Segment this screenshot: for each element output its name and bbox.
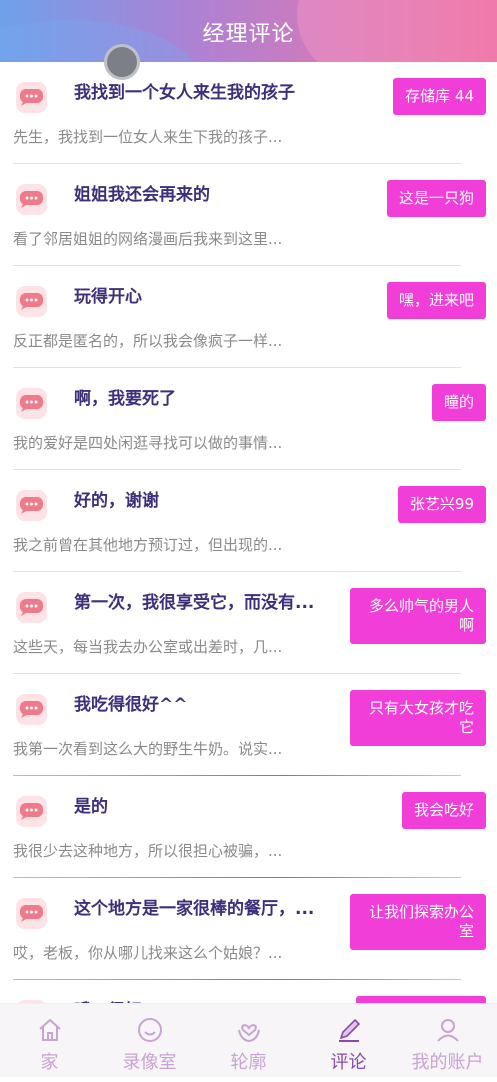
- list-item[interactable]: 第一次，我很享受它，而没有... 这些天，每当我去办公室或出差时，几... 多么…: [0, 572, 497, 674]
- list-item[interactable]: 我找到一个女人来生我的孩子 先生，我找到一位女人来生下我的孩子... 存储库 4…: [0, 62, 497, 164]
- item-preview: 这些天，每当我去办公室或出差时，几...: [13, 638, 283, 656]
- pencil-icon: [339, 1018, 361, 1042]
- chat-bubble-icon: [16, 388, 47, 419]
- item-title: 这个地方是一家很棒的餐厅，...: [74, 899, 315, 919]
- list-item[interactable]: 我吃得很好^^ 我第一次看到这么大的野生牛奶。说实... 只有大女孩才吃它: [0, 674, 497, 776]
- chat-bubble-icon: [16, 286, 47, 317]
- item-title: 玩得开心: [74, 287, 142, 307]
- bottom-nav: 家 录像室 轮廓 评论 我的账户: [0, 1003, 497, 1077]
- item-tag-button[interactable]: 这是一只狗: [386, 180, 486, 217]
- chat-bubble-icon: [16, 796, 47, 827]
- item-title: 是的: [74, 797, 108, 817]
- nav-tab-home[interactable]: 家: [0, 1004, 99, 1077]
- header-bar: 经理评论: [0, 0, 497, 62]
- user-icon: [437, 1019, 459, 1042]
- item-preview: 先生，我找到一位女人来生下我的孩子...: [13, 128, 283, 146]
- chat-bubble-icon: [16, 184, 47, 215]
- review-list: 我找到一个女人来生我的孩子 先生，我找到一位女人来生下我的孩子... 存储库 4…: [0, 62, 497, 1082]
- item-tag-button[interactable]: 多么帅气的男人啊: [350, 588, 486, 644]
- item-tag-button[interactable]: 存储库 44: [393, 78, 486, 115]
- item-tag-button[interactable]: 嘿，进来吧: [386, 282, 486, 319]
- nav-tab-reviews[interactable]: 评论: [299, 1004, 398, 1077]
- list-item[interactable]: 啊，我要死了 我的爱好是四处闲逛寻找可以做的事情... 瞳的: [0, 368, 497, 470]
- item-tag-button[interactable]: 瞳的: [431, 384, 486, 421]
- list-item[interactable]: 这个地方是一家很棒的餐厅，... 哎，老板，你从哪儿找来这么个姑娘？... 让我…: [0, 878, 497, 980]
- nav-tab-my-account[interactable]: 我的账户: [398, 1004, 497, 1077]
- item-title: 第一次，我很享受它，而没有...: [74, 593, 315, 613]
- nav-label: 轮廓: [230, 1052, 267, 1073]
- nav-tab-video-room[interactable]: 录像室: [100, 1004, 199, 1077]
- item-tag-button[interactable]: 只有大女孩才吃它: [350, 690, 486, 746]
- chat-bubble-icon: [16, 694, 47, 725]
- heart-hands-icon: [238, 1024, 260, 1043]
- nav-label: 评论: [330, 1052, 367, 1073]
- item-tag-button[interactable]: 张艺兴99: [397, 486, 486, 523]
- chat-bubble-icon: [16, 490, 47, 521]
- page-title: 经理评论: [202, 22, 295, 47]
- nav-label: 录像室: [122, 1052, 177, 1073]
- list-item[interactable]: 好的，谢谢 我之前曾在其他地方预订过，但出现的... 张艺兴99: [0, 470, 497, 572]
- list-item[interactable]: 是的 我很少去这种地方，所以很担心被骗，... 我会吃好: [0, 776, 497, 878]
- list-item[interactable]: 玩得开心 反正都是匿名的，所以我会像疯子一样... 嘿，进来吧: [0, 266, 497, 368]
- item-preview: 我的爱好是四处闲逛寻找可以做的事情...: [13, 434, 283, 452]
- item-preview: 哎，老板，你从哪儿找来这么个姑娘？...: [13, 944, 283, 962]
- smile-icon: [138, 1018, 162, 1042]
- item-title: 好的，谢谢: [74, 491, 159, 511]
- list-item[interactable]: 姐姐我还会再来的 看了邻居姐姐的网络漫画后我来到这里... 这是一只狗: [0, 164, 497, 266]
- nav-label: 家: [40, 1052, 59, 1073]
- item-tag-button[interactable]: 让我们探索办公室: [350, 894, 486, 950]
- chat-bubble-icon: [16, 898, 47, 929]
- chat-bubble-icon: [16, 592, 47, 623]
- item-title: 姐姐我还会再来的: [74, 185, 210, 205]
- item-title: 我吃得很好^^: [74, 695, 188, 715]
- item-preview: 看了邻居姐姐的网络漫画后我来到这里...: [13, 230, 283, 248]
- floating-assistive-button[interactable]: [104, 44, 140, 80]
- nav-label: 我的账户: [411, 1052, 484, 1073]
- item-title: 啊，我要死了: [74, 389, 176, 409]
- item-preview: 反正都是匿名的，所以我会像疯子一样...: [13, 332, 283, 350]
- item-preview: 我很少去这种地方，所以很担心被骗，...: [13, 842, 283, 860]
- item-title: 我找到一个女人来生我的孩子: [74, 83, 295, 103]
- nav-tab-profile[interactable]: 轮廓: [199, 1004, 298, 1077]
- chat-bubble-icon: [16, 82, 47, 113]
- item-preview: 我之前曾在其他地方预订过，但出现的...: [13, 536, 283, 554]
- home-icon: [39, 1018, 61, 1041]
- item-tag-button[interactable]: 我会吃好: [401, 792, 486, 829]
- item-preview: 我第一次看到这么大的野生牛奶。说实...: [13, 740, 283, 758]
